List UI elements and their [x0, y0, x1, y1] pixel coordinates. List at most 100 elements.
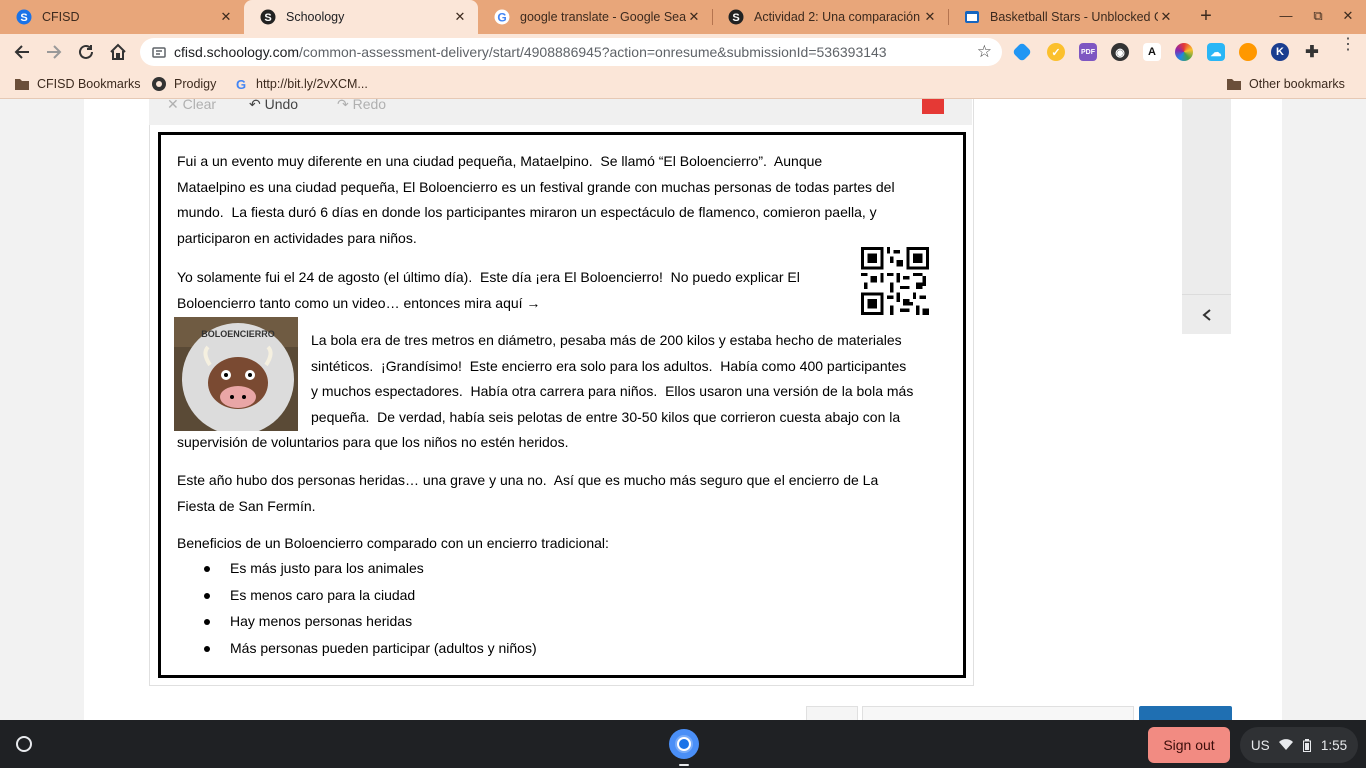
folder-icon [14, 76, 30, 92]
bookmarks-bar: CFISD Bookmarks Prodigy G http://bit.ly/… [0, 70, 1366, 99]
extension-k-icon[interactable]: K [1271, 43, 1289, 61]
extension-on-icon[interactable] [1239, 43, 1257, 61]
status-tray[interactable]: US 1:55 [1240, 727, 1358, 763]
tab-title: CFISD [42, 9, 80, 24]
paragraph-1: Fui a un evento muy diferente en una ciu… [177, 153, 895, 246]
question-pager[interactable] [862, 706, 1134, 720]
address-bar[interactable]: cfisd.schoology.com/common-assessment-de… [140, 38, 1002, 66]
tab-title: google translate - Google Searc [520, 9, 686, 24]
close-icon[interactable]: ✕ [452, 9, 468, 25]
schoology-icon: S [728, 9, 744, 25]
forward-button[interactable] [44, 42, 64, 62]
restore-icon[interactable]: ⧉ [1310, 8, 1326, 24]
bookmark-label: http://bit.ly/2vXCM... [256, 77, 368, 91]
svg-text:BOLOENCIERRO: BOLOENCIERRO [201, 329, 275, 339]
chrome-app-icon[interactable] [668, 728, 700, 760]
boloencierro-photo: BOLOENCIERRO [174, 317, 298, 431]
list-item: Es más justo para los animales [177, 555, 537, 582]
list-heading: Beneficios de un Boloencierro comparado … [177, 535, 609, 551]
home-icon [110, 43, 126, 60]
back-arrow-icon [14, 45, 29, 59]
extensions-puzzle-icon[interactable]: ✚ [1303, 43, 1321, 61]
extension-owl-icon[interactable]: ◉ [1111, 43, 1129, 61]
clock: 1:55 [1320, 737, 1348, 753]
back-button[interactable] [12, 42, 32, 62]
list-item: Es menos caro para la ciudad [177, 582, 537, 609]
url-host: cfisd.schoology.com [174, 44, 300, 60]
tab-google-translate[interactable]: G google translate - Google Searc ✕ [478, 0, 712, 33]
page-content: ✕ Clear ↶ Undo ↷ Redo Fui a un evento mu… [0, 99, 1366, 720]
bookmark-prodigy[interactable]: Prodigy [151, 76, 216, 92]
redo-button[interactable]: ↷ Redo [337, 99, 386, 113]
tab-cfisd[interactable]: S CFISD ✕ [0, 0, 244, 33]
bookmark-star-icon[interactable]: ☆ [977, 42, 992, 62]
svg-text:S: S [20, 12, 27, 24]
url-text[interactable]: cfisd.schoology.com/common-assessment-de… [174, 44, 887, 60]
chrome-menu-icon[interactable]: ⋮ [1340, 37, 1356, 53]
tab-title: Actividad 2: Una comparación ( [754, 9, 922, 24]
extension-cloud-icon[interactable]: ☁ [1207, 43, 1225, 61]
bookmark-bitly[interactable]: G http://bit.ly/2vXCM... [233, 76, 368, 92]
prodigy-icon [151, 76, 167, 92]
paragraph-2: Yo solamente fui el 24 de agosto (el últ… [177, 269, 800, 311]
list-item: Más personas pueden participar (adultos … [177, 635, 537, 662]
close-window-icon[interactable]: ✕ [1340, 8, 1356, 24]
other-bookmarks[interactable]: Other bookmarks [1226, 76, 1345, 92]
tab-schoology[interactable]: S Schoology ✕ [244, 0, 478, 34]
battery-icon [1303, 738, 1312, 752]
close-icon[interactable]: ✕ [922, 9, 938, 25]
tab-title: Basketball Stars - Unblocked Ga [990, 9, 1158, 24]
bookmark-label: CFISD Bookmarks [37, 77, 141, 91]
home-button[interactable] [108, 42, 128, 62]
schoology-icon: S [16, 9, 32, 25]
locale-label: US [1250, 737, 1270, 753]
bookmark-label: Prodigy [174, 77, 217, 91]
color-swatch[interactable] [922, 99, 944, 114]
schoology-icon: S [260, 9, 276, 25]
list-item: Hay menos personas heridas [177, 608, 537, 635]
launcher-circle-icon [16, 736, 32, 752]
svg-text:G: G [497, 10, 506, 24]
collapse-sidebar-button[interactable] [1182, 294, 1231, 334]
svg-text:S: S [732, 12, 739, 24]
extension-a-icon[interactable]: A [1143, 43, 1161, 61]
next-button[interactable] [1139, 706, 1232, 720]
site-info-icon[interactable] [152, 45, 166, 59]
launcher-button[interactable] [12, 732, 36, 756]
reload-button[interactable] [76, 42, 96, 62]
undo-button[interactable]: ↶ Undo [249, 99, 298, 113]
tab-actividad[interactable]: S Actividad 2: Una comparación ( ✕ [712, 0, 948, 33]
bookmark-cfisd[interactable]: CFISD Bookmarks [14, 76, 141, 92]
chevron-left-icon [1201, 308, 1211, 321]
minimize-icon[interactable]: — [1278, 8, 1294, 24]
forward-arrow-icon [47, 45, 62, 59]
close-icon[interactable]: ✕ [686, 9, 702, 25]
sign-out-button[interactable]: Sign out [1148, 727, 1230, 763]
extension-color-wheel-icon[interactable] [1175, 43, 1193, 61]
svg-text:G: G [236, 77, 246, 92]
google-icon: G [494, 9, 510, 25]
extension-check-icon[interactable]: ✓ [1047, 43, 1065, 61]
document-image: Fui a un evento muy diferente en una ciu… [158, 132, 966, 678]
benefits-list: Es más justo para los animales Es menos … [177, 555, 537, 661]
svg-text:S: S [264, 12, 271, 24]
paragraph-4: Este año hubo dos personas heridas… una … [177, 472, 879, 514]
page-icon [964, 9, 980, 25]
close-icon[interactable]: ✕ [218, 9, 234, 25]
folder-icon [1226, 76, 1242, 92]
wifi-icon [1279, 739, 1294, 750]
close-icon[interactable]: ✕ [1158, 9, 1174, 25]
pager-button[interactable] [806, 706, 858, 720]
running-indicator [679, 764, 689, 766]
google-icon: G [233, 76, 249, 92]
new-tab-button[interactable]: + [1196, 6, 1216, 26]
extension-pdf-icon[interactable]: PDF [1079, 43, 1097, 61]
clear-button[interactable]: ✕ Clear [167, 99, 216, 113]
url-path: /common-assessment-delivery/start/490888… [299, 44, 887, 60]
qr-code-icon [861, 247, 929, 315]
editor-toolbar: ✕ Clear ↶ Undo ↷ Redo [149, 99, 972, 125]
tab-basketball-stars[interactable]: Basketball Stars - Unblocked Ga ✕ [948, 0, 1184, 33]
paragraph-3: La bola era de tres metros en diámetro, … [311, 332, 914, 425]
paragraph-3-end: supervisión de voluntarios para que los … [177, 434, 569, 450]
bookmark-label: Other bookmarks [1249, 77, 1345, 91]
